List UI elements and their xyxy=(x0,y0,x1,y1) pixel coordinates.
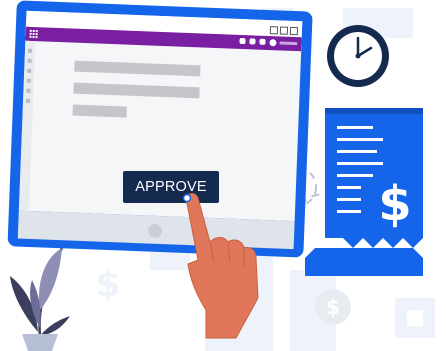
sidebar-item[interactable] xyxy=(25,98,31,103)
sidebar-item[interactable] xyxy=(27,68,32,73)
sidebar-item[interactable] xyxy=(26,88,31,93)
avatar[interactable] xyxy=(269,39,277,47)
plant xyxy=(10,247,70,351)
sidebar-item[interactable] xyxy=(27,48,33,53)
content-placeholder-line xyxy=(72,104,127,118)
illustration: $ $ APPROVE $ xyxy=(0,0,446,351)
maximize-icon[interactable] xyxy=(279,26,289,35)
content-placeholder-line xyxy=(73,82,200,99)
sidebar-item[interactable] xyxy=(27,58,32,63)
monitor xyxy=(7,0,316,261)
settings-icon[interactable] xyxy=(249,38,256,45)
bell-icon[interactable] xyxy=(259,38,266,45)
close-icon[interactable] xyxy=(289,26,299,36)
content-placeholder-line xyxy=(74,60,201,77)
help-icon[interactable] xyxy=(239,37,246,45)
dollar-icon: $ xyxy=(378,176,411,232)
user-name-placeholder xyxy=(279,41,298,46)
clock-icon xyxy=(327,25,389,87)
minimize-icon[interactable] xyxy=(269,26,279,35)
invoice-receipt: $ xyxy=(305,108,423,276)
tap-indicator xyxy=(182,193,192,203)
pointer-hand xyxy=(185,193,259,339)
sidebar-item[interactable] xyxy=(26,78,31,83)
grid-icon[interactable] xyxy=(29,29,38,39)
